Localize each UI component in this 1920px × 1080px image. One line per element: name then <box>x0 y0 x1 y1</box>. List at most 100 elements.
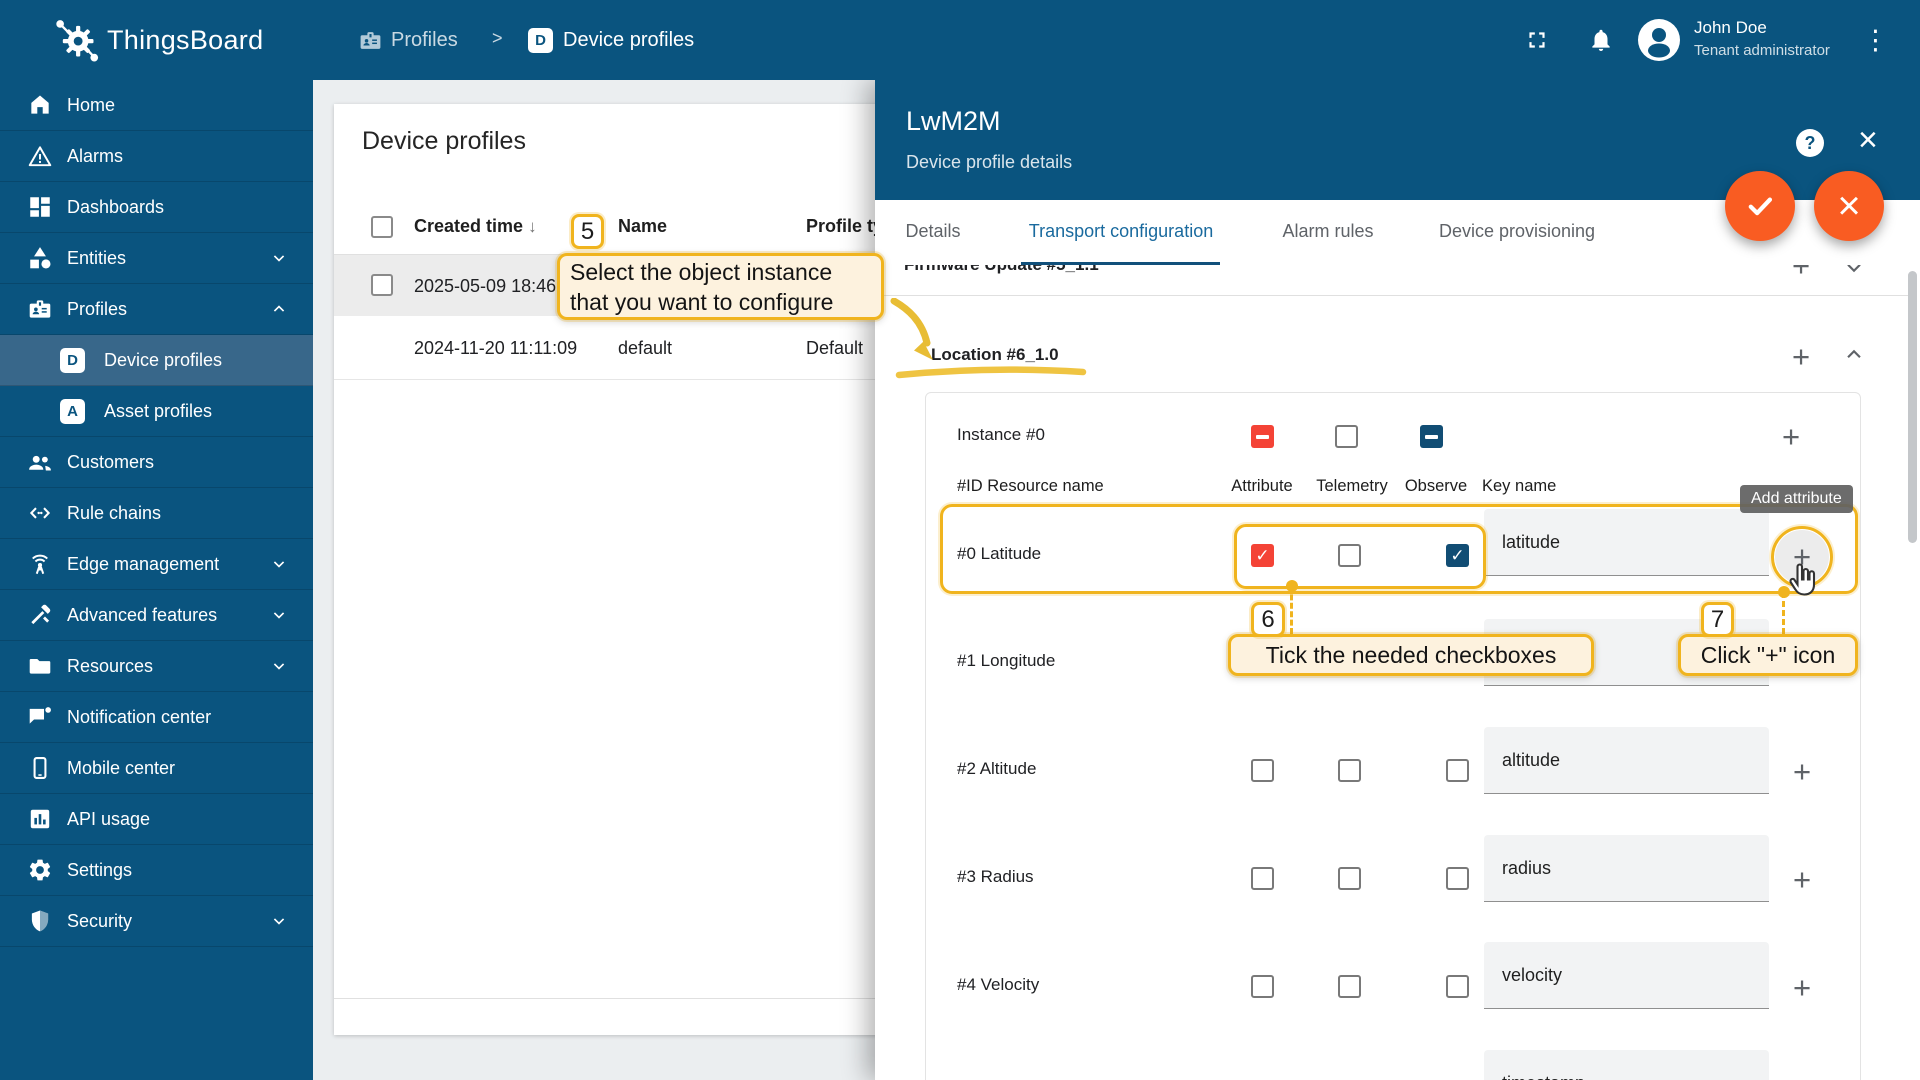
location-section-label: Location #6_1.0 <box>931 345 1059 365</box>
add-attribute-tooltip: Add attribute <box>1740 485 1853 513</box>
tab-alarm-rules[interactable]: Alarm rules <box>1268 221 1388 242</box>
sidebar-item-dashboards[interactable]: Dashboards <box>0 182 313 233</box>
add-attribute-icon[interactable]: + <box>1787 757 1817 787</box>
column-created-time[interactable]: Created time ↓ <box>414 216 537 237</box>
sidebar-item-security[interactable]: Security <box>0 896 313 947</box>
column-attribute: Attribute <box>1217 477 1307 496</box>
apply-fab-button[interactable] <box>1725 171 1795 241</box>
resource-label: #1 Longitude <box>957 651 1055 671</box>
help-icon[interactable]: ? <box>1796 129 1824 157</box>
key-name-field[interactable]: velocity <box>1484 942 1769 1009</box>
chevron-down-icon <box>269 605 289 625</box>
row-checkbox[interactable] <box>371 274 393 296</box>
telemetry-checkbox[interactable] <box>1338 544 1361 567</box>
resource-label: #2 Altitude <box>957 759 1036 779</box>
close-icon[interactable]: × <box>1858 122 1878 158</box>
scrollbar-thumb[interactable] <box>1908 271 1917 543</box>
sidebar-item-mobile-center[interactable]: Mobile center <box>0 743 313 794</box>
code-brackets-icon <box>27 500 53 526</box>
attribute-checkbox[interactable] <box>1251 975 1274 998</box>
tab-transport-configuration[interactable]: Transport configuration <box>1011 221 1231 242</box>
sidebar-item-profiles[interactable]: Profiles <box>0 284 313 335</box>
key-name-field[interactable]: radius <box>1484 835 1769 902</box>
select-all-checkbox[interactable] <box>371 216 393 238</box>
add-attribute-icon[interactable]: + <box>1776 422 1806 452</box>
sidebar-item-resources[interactable]: Resources <box>0 641 313 692</box>
sidebar-item-edge-management[interactable]: Edge management <box>0 539 313 590</box>
gear-icon <box>27 857 53 883</box>
sidebar-item-customers[interactable]: Customers <box>0 437 313 488</box>
add-attribute-icon[interactable]: + <box>1787 865 1817 895</box>
instance-telemetry-checkbox[interactable] <box>1335 425 1358 448</box>
kebab-menu-icon[interactable]: ⋮ <box>1862 25 1889 56</box>
page-title: Device profiles <box>362 127 526 156</box>
key-name-field[interactable]: altitude <box>1484 727 1769 794</box>
chart-square-icon <box>27 806 53 832</box>
sidebar-item-rule-chains[interactable]: Rule chains <box>0 488 313 539</box>
column-telemetry: Telemetry <box>1307 477 1397 496</box>
shapes-icon <box>27 245 53 271</box>
yellow-marker-underline <box>895 364 1087 380</box>
tab-details[interactable]: Details <box>883 221 983 242</box>
add-attribute-icon[interactable]: + <box>1787 973 1817 1003</box>
attribute-checkbox[interactable] <box>1251 867 1274 890</box>
column-name[interactable]: Name <box>618 216 667 237</box>
sort-arrow-icon: ↓ <box>528 217 537 236</box>
chevron-down-icon[interactable] <box>1841 265 1867 281</box>
fullscreen-icon[interactable] <box>1524 27 1550 53</box>
key-name-field[interactable]: latitude <box>1484 509 1769 576</box>
top-bar: ThingsBoard Profiles > D Device profiles… <box>0 0 1920 80</box>
cancel-fab-button[interactable]: × <box>1814 171 1884 241</box>
dashboard-grid-icon <box>27 194 53 220</box>
sidebar-item-api-usage[interactable]: API usage <box>0 794 313 845</box>
screen: ThingsBoard Profiles > D Device profiles… <box>0 0 1920 1080</box>
antenna-icon <box>27 551 53 577</box>
chevron-up-icon[interactable] <box>1841 341 1867 367</box>
notifications-bell-icon[interactable] <box>1588 27 1614 53</box>
annotation-arrow-icon <box>886 298 944 364</box>
sidebar-item-device-profiles[interactable]: D Device profiles <box>0 335 313 386</box>
close-icon: × <box>1837 186 1860 226</box>
sidebar-item-notification-center[interactable]: Notification center <box>0 692 313 743</box>
check-icon <box>1743 189 1777 223</box>
column-observe: Observe <box>1393 477 1479 496</box>
sidebar-item-home[interactable]: Home <box>0 80 313 131</box>
step7-callout: Click "+" icon <box>1678 634 1858 676</box>
sidebar-item-alarms[interactable]: Alarms <box>0 131 313 182</box>
user-avatar[interactable] <box>1638 19 1680 61</box>
add-instance-icon[interactable]: + <box>1786 265 1816 281</box>
telemetry-checkbox[interactable] <box>1338 975 1361 998</box>
callout-line: Select the object instance <box>570 257 833 287</box>
device-profile-drawer: LwM2M Device profile details ? × Details… <box>875 80 1920 1080</box>
tab-device-provisioning[interactable]: Device provisioning <box>1422 221 1612 242</box>
instance-observe-checkbox[interactable] <box>1420 425 1443 448</box>
people-icon <box>27 449 53 475</box>
sidebar-item-advanced-features[interactable]: Advanced features <box>0 590 313 641</box>
observe-checkbox[interactable] <box>1446 867 1469 890</box>
cell-created-time: 2025-05-09 18:46:2 <box>414 276 571 297</box>
key-name-field[interactable]: timestamp <box>1484 1050 1769 1080</box>
letter-d-square-icon: D <box>60 348 85 373</box>
sidebar-item-entities[interactable]: Entities <box>0 233 313 284</box>
folder-icon <box>27 653 53 679</box>
observe-checkbox[interactable] <box>1446 759 1469 782</box>
cell-created-time: 2024-11-20 11:11:09 <box>414 338 577 359</box>
attribute-checkbox[interactable] <box>1251 759 1274 782</box>
sidebar-item-asset-profiles[interactable]: A Asset profiles <box>0 386 313 437</box>
add-instance-icon[interactable]: + <box>1786 342 1816 372</box>
profiles-badge-icon <box>358 28 383 53</box>
instance-attribute-checkbox[interactable] <box>1251 425 1274 448</box>
shield-icon <box>27 908 53 934</box>
attribute-checkbox[interactable] <box>1251 544 1274 567</box>
breadcrumb-profiles[interactable]: Profiles <box>391 29 458 52</box>
step6-callout: Tick the needed checkboxes <box>1228 634 1594 676</box>
observe-checkbox[interactable] <box>1446 975 1469 998</box>
section-divider <box>884 295 1910 296</box>
resource-label: #3 Radius <box>957 867 1034 887</box>
breadcrumb-separator: > <box>492 28 503 49</box>
telemetry-checkbox[interactable] <box>1338 867 1361 890</box>
smartphone-icon <box>27 755 53 781</box>
observe-checkbox[interactable] <box>1446 544 1469 567</box>
telemetry-checkbox[interactable] <box>1338 759 1361 782</box>
sidebar-item-settings[interactable]: Settings <box>0 845 313 896</box>
